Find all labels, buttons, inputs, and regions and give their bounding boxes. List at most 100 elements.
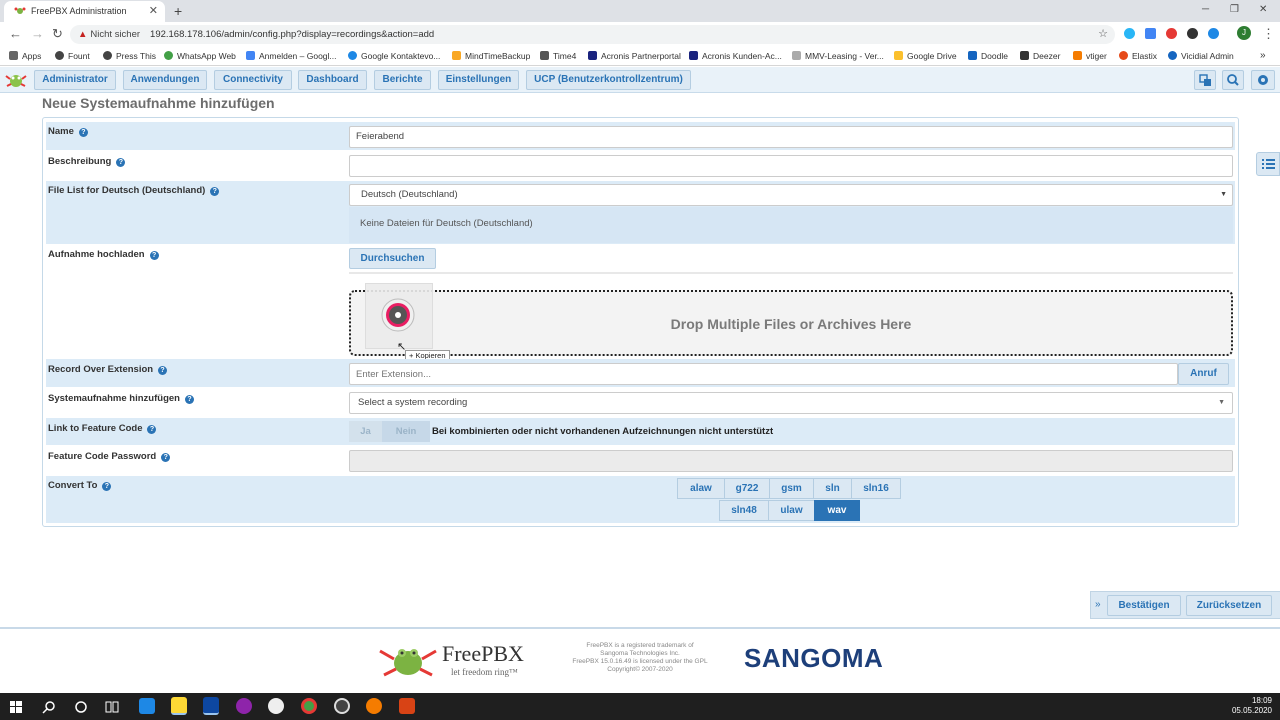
close-tab-icon[interactable]: ✕ <box>149 1 158 22</box>
file-explorer-icon[interactable] <box>171 697 187 715</box>
nav-berichte[interactable]: Berichte <box>374 70 431 90</box>
nav-connectivity[interactable]: Connectivity <box>214 70 292 90</box>
name-input[interactable]: Feierabend <box>349 126 1233 148</box>
format-g722[interactable]: g722 <box>724 478 770 499</box>
freepbx-logo-icon[interactable] <box>4 70 28 90</box>
task-view-icon[interactable] <box>105 700 119 714</box>
action-bar: » Bestätigen Zurücksetzen <box>1090 591 1280 619</box>
format-sln48[interactable]: sln48 <box>719 500 769 521</box>
bookmark-vicidial[interactable]: Vicidial Admin <box>1168 46 1234 66</box>
lock-icon <box>452 51 461 60</box>
format-ulaw[interactable]: ulaw <box>768 500 815 521</box>
bookmark-google-drive[interactable]: Google Drive <box>894 46 957 66</box>
bookmark-google-login[interactable]: Anmelden – Googl... <box>246 46 337 66</box>
format-alaw[interactable]: alaw <box>677 478 725 499</box>
reset-button[interactable]: Zurücksetzen <box>1186 595 1272 616</box>
bookmark-fount[interactable]: Fount <box>55 46 90 66</box>
cortana-icon[interactable] <box>74 700 88 714</box>
back-icon[interactable]: ← <box>9 22 22 46</box>
search-icon[interactable] <box>42 700 56 714</box>
language-icon[interactable] <box>1194 70 1216 90</box>
help-icon[interactable]: ? <box>78 128 88 137</box>
bookmark-acronis-customer[interactable]: Acronis Kunden-Ac... <box>689 46 782 66</box>
teamviewer-icon[interactable] <box>203 697 219 715</box>
freepbx-footer-logo[interactable]: FreePBX let freedom ring™ <box>376 639 536 685</box>
help-icon[interactable]: ? <box>184 395 194 404</box>
submit-button[interactable]: Bestätigen <box>1107 595 1181 616</box>
bookmark-mmv[interactable]: MMV-Leasing - Ver... <box>792 46 884 66</box>
bookmark-google-contacts[interactable]: Google Kontaktevo... <box>348 46 440 66</box>
nav-dashboard[interactable]: Dashboard <box>298 70 367 90</box>
bookmark-apps[interactable]: Apps <box>9 46 41 66</box>
powerpoint-icon[interactable] <box>399 698 415 714</box>
bookmark-acronis-partner[interactable]: Acronis Partnerportal <box>588 46 681 66</box>
list-toggle-icon[interactable] <box>1256 152 1280 176</box>
reload-icon[interactable]: ↻ <box>52 22 63 46</box>
clock-time: 18:09 <box>1251 696 1272 705</box>
bookmark-vtiger[interactable]: vtiger <box>1073 46 1107 66</box>
help-icon[interactable]: ? <box>210 187 220 196</box>
star-icon[interactable]: ☆ <box>1098 25 1108 44</box>
format-wav[interactable]: wav <box>814 500 860 521</box>
menu-kebab-icon[interactable]: ⋮ <box>1262 22 1275 46</box>
forward-icon[interactable]: → <box>31 22 44 46</box>
call-button[interactable]: Anruf <box>1178 363 1229 385</box>
adblock-extension-icon[interactable] <box>1166 28 1177 39</box>
help-icon[interactable]: ? <box>158 366 168 375</box>
feature-code-password-input <box>349 450 1233 472</box>
nav-anwendungen[interactable]: Anwendungen <box>123 70 207 90</box>
sangoma-logo[interactable]: SANGOMA <box>744 643 883 674</box>
format-sln[interactable]: sln <box>813 478 852 499</box>
edge-icon[interactable] <box>139 698 155 714</box>
system-recording-select[interactable]: Select a system recording ▼ <box>349 392 1233 414</box>
close-window-icon[interactable]: ✕ <box>1259 0 1267 20</box>
more-bookmarks-icon[interactable]: » <box>1260 46 1266 66</box>
help-icon[interactable]: ? <box>161 453 171 462</box>
profile-avatar[interactable]: J <box>1237 26 1251 40</box>
nav-administrator[interactable]: Administrator <box>34 70 116 90</box>
chrome-icon[interactable] <box>301 698 317 714</box>
photos-icon[interactable] <box>268 698 284 714</box>
new-tab-icon[interactable]: + <box>174 0 182 22</box>
browse-button[interactable]: Durchsuchen <box>349 248 436 269</box>
obs-icon[interactable] <box>334 698 350 714</box>
language-select[interactable]: Deutsch (Deutschland) ▼ <box>349 184 1233 206</box>
description-input[interactable] <box>349 155 1233 177</box>
collapse-chevron-icon[interactable]: » <box>1095 599 1101 610</box>
format-sln16[interactable]: sln16 <box>851 478 901 499</box>
file-dropzone[interactable]: Drop Multiple Files or Archives Here <box>349 290 1233 356</box>
bookmark-whatsapp[interactable]: WhatsApp Web <box>164 46 236 66</box>
bookmark-mindtime[interactable]: MindTimeBackup <box>452 46 530 66</box>
translate-extension-icon[interactable] <box>1145 28 1156 39</box>
system-clock[interactable]: 18:09 05.05.2020 <box>1232 696 1272 716</box>
link-no-toggle[interactable]: Nein <box>382 421 430 442</box>
bookmark-elastix[interactable]: Elastix <box>1119 46 1157 66</box>
url-text[interactable]: 192.168.178.106/admin/config.php?display… <box>150 29 434 40</box>
skype-extension-icon[interactable] <box>1124 28 1135 39</box>
app-icon[interactable] <box>236 698 252 714</box>
maximize-icon[interactable]: ❐ <box>1230 0 1239 20</box>
extension-input[interactable] <box>349 363 1178 385</box>
link-unsupported-note: Bei kombinierten oder nicht vorhandenen … <box>432 426 774 437</box>
search-icon[interactable] <box>1222 70 1244 90</box>
help-icon[interactable]: ? <box>147 425 157 434</box>
nav-ucp[interactable]: UCP (Benutzerkontrollzentrum) <box>526 70 691 90</box>
browser-tab[interactable]: FreePBX Administration ✕ <box>4 1 165 22</box>
bookmark-time4[interactable]: Time4 <box>540 46 576 66</box>
help-icon[interactable]: ? <box>149 251 159 260</box>
bookmark-deezer[interactable]: Deezer <box>1020 46 1060 66</box>
bookmark-press-this[interactable]: Press This <box>103 46 156 66</box>
help-icon[interactable]: ? <box>116 158 126 167</box>
nav-einstellungen[interactable]: Einstellungen <box>438 70 519 90</box>
help-icon[interactable]: ? <box>102 482 112 491</box>
settings-gear-icon[interactable] <box>1251 70 1275 90</box>
vlc-icon[interactable] <box>366 698 382 714</box>
z-extension-icon[interactable] <box>1208 28 1219 39</box>
address-bar[interactable]: ▲ Nicht sicher 192.168.178.106/admin/confi… <box>70 25 1115 44</box>
format-gsm[interactable]: gsm <box>769 478 814 499</box>
bookmark-doodle[interactable]: Doodle <box>968 46 1008 66</box>
r-extension-icon[interactable] <box>1187 28 1198 39</box>
link-yes-toggle[interactable]: Ja <box>349 421 382 442</box>
minimize-icon[interactable]: ─ <box>1202 0 1209 20</box>
windows-start-icon[interactable] <box>10 701 22 713</box>
